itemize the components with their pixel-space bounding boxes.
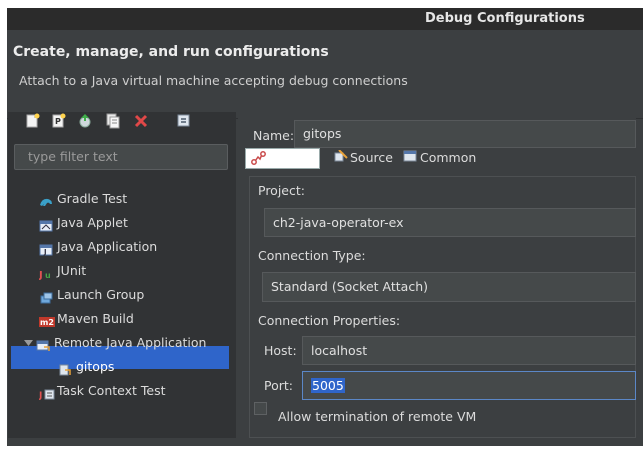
new-prototype-icon[interactable]: P (51, 113, 67, 129)
name-field[interactable]: gitops (294, 120, 636, 148)
svg-text:J: J (39, 391, 42, 400)
junit-icon: Ju (38, 265, 53, 281)
tab-common[interactable]: Common (403, 150, 476, 166)
tree-item-task-context-test[interactable]: J Task Context Test (38, 380, 166, 402)
connect-icon (251, 151, 267, 169)
export-icon[interactable] (77, 113, 93, 129)
tab-source[interactable]: Source (334, 149, 393, 166)
header-subtitle: Attach to a Java virtual machine accepti… (19, 73, 408, 88)
svg-text:J: J (39, 270, 43, 280)
tree-item-junit[interactable]: Ju JUnit (38, 260, 86, 282)
filter-placeholder: type filter text (28, 149, 118, 164)
tree-item-remote-java-application[interactable]: Remote Java Application (24, 332, 206, 354)
tree-item-maven-build[interactable]: m2 Maven Build (39, 308, 134, 330)
allow-termination-checkbox[interactable] (254, 402, 267, 415)
allow-termination-label: Allow termination of remote VM (278, 409, 477, 424)
collapse-all-icon[interactable] (176, 113, 192, 129)
project-label: Project: (258, 183, 305, 198)
host-field[interactable]: localhost (302, 336, 636, 365)
remote-config-icon (58, 361, 72, 375)
tree-item-java-applet[interactable]: Java Applet (39, 212, 128, 234)
connection-type-label: Connection Type: (258, 248, 366, 263)
host-label: Host: (264, 343, 297, 358)
port-field[interactable]: 5005 (302, 371, 636, 400)
tab-connect[interactable] (245, 148, 320, 169)
title-bar: Debug Configurations (7, 8, 643, 30)
source-icon (334, 149, 350, 165)
tree-item-launch-group[interactable]: Launch Group (39, 284, 144, 306)
name-label: Name: (253, 128, 295, 143)
svg-text:P: P (55, 117, 61, 126)
window-title: Debug Configurations (425, 11, 585, 26)
maven-icon: m2 (39, 313, 55, 327)
launch-group-icon (39, 289, 53, 303)
svg-text:u: u (45, 271, 51, 280)
tree-item-gradle-test[interactable]: Gradle Test (39, 188, 127, 210)
svg-text:J: J (43, 248, 47, 256)
filter-input[interactable]: type filter text (14, 144, 228, 170)
header-title: Create, manage, and run configurations (13, 44, 329, 60)
remote-java-icon (36, 337, 50, 351)
common-icon (403, 150, 420, 165)
tree-item-java-application[interactable]: J Java Application (39, 236, 157, 258)
connection-properties-label: Connection Properties: (258, 313, 401, 328)
project-field[interactable]: ch2-java-operator-ex (264, 208, 636, 237)
java-applet-icon (39, 217, 53, 231)
chevron-down-icon[interactable] (24, 332, 36, 354)
svg-text:m2: m2 (40, 318, 54, 327)
delete-icon[interactable] (133, 113, 149, 129)
java-application-icon: J (39, 241, 53, 256)
gradle-icon (39, 193, 53, 206)
dialog-header: Create, manage, and run configurations A… (7, 30, 643, 119)
new-configuration-icon[interactable] (25, 113, 41, 129)
tree-item-gitops[interactable]: gitops (58, 356, 114, 378)
duplicate-icon[interactable] (105, 113, 121, 129)
task-context-icon: J (38, 385, 55, 401)
port-label: Port: (264, 378, 293, 393)
connection-type-select[interactable]: Standard (Socket Attach) (262, 272, 636, 302)
